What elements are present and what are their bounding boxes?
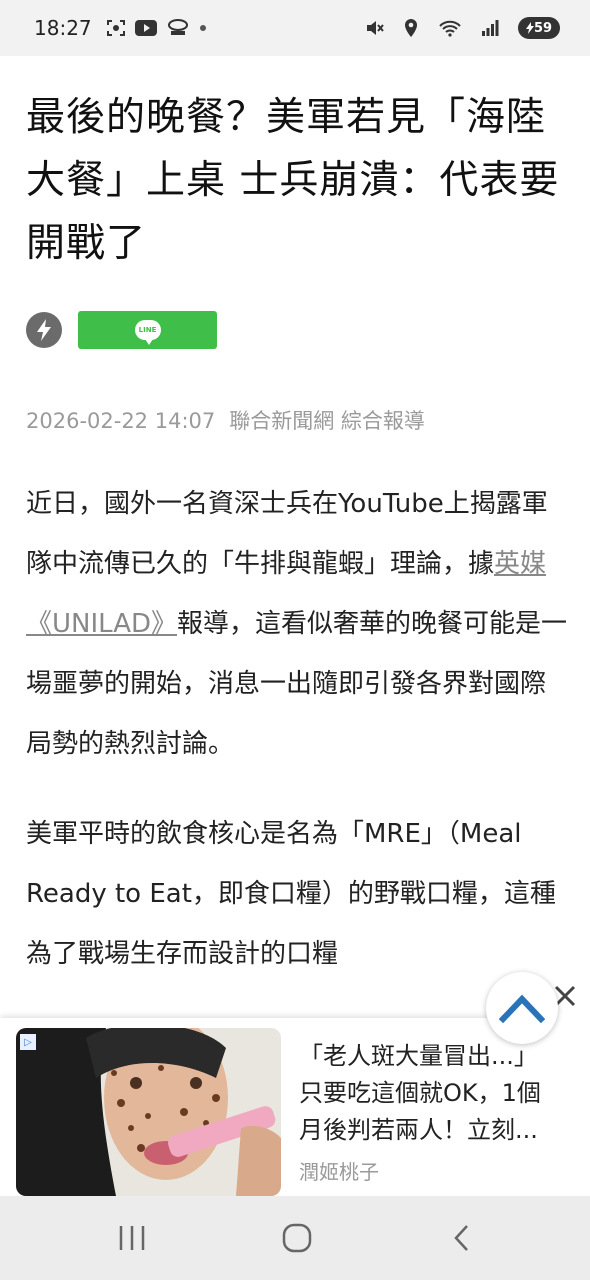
share-row: LINE (26, 311, 217, 349)
article-title: 最後的晚餐？美軍若見「海陸大餐」上桌 士兵崩潰：代表要開戰了 (26, 95, 560, 266)
signal-icon (481, 19, 499, 37)
status-time: 18:27 (34, 16, 92, 40)
ad-banner[interactable]: ▷ 「老人斑大量冒出...」 只要吃這個就OK，1個 月後判若兩人！立刻... … (0, 1018, 590, 1196)
bolt-icon (37, 319, 51, 341)
scroll-to-top-button[interactable] (486, 972, 558, 1044)
home-button[interactable] (277, 1222, 317, 1254)
ad-headline[interactable]: 「老人斑大量冒出...」 只要吃這個就OK，1個 月後判若兩人！立刻... (299, 1038, 574, 1149)
back-button[interactable] (442, 1222, 482, 1254)
ad-headline-line: 只要吃這個就OK，1個 (299, 1079, 541, 1107)
ad-image[interactable]: ▷ (16, 1028, 281, 1196)
ad-illustration (16, 1028, 281, 1196)
battery-level: 59 (533, 20, 553, 36)
ad-brand: 潤姬桃子 (299, 1160, 379, 1184)
paragraph-text: 近日，國外一名資深士兵在YouTube上揭露軍隊中流傳已久的「牛排與龍蝦」理論，… (26, 489, 548, 579)
recent-apps-button[interactable] (112, 1222, 152, 1254)
line-share-button[interactable]: LINE (78, 311, 217, 349)
wifi-icon (438, 18, 462, 38)
article-date: 2026-02-22 14:07 (26, 409, 216, 433)
article-source: 聯合新聞網 綜合報導 (229, 409, 425, 433)
system-nav-bar (0, 1196, 590, 1280)
status-right: 59 (364, 17, 560, 39)
mute-icon (364, 18, 384, 38)
home-icon (282, 1223, 312, 1253)
paragraph: 近日，國外一名資深士兵在YouTube上揭露軍隊中流傳已久的「牛排與龍蝦」理論，… (26, 474, 571, 774)
ad-headline-line: 「老人斑大量冒出...」 (299, 1042, 538, 1070)
recent-apps-icon (119, 1226, 145, 1250)
dot-icon (199, 24, 207, 32)
paragraph: 美軍平時的飲食核心是名為「MRE」（Meal Ready to Eat，即食口糧… (26, 819, 556, 969)
status-bar: 18:27 59 (0, 0, 590, 56)
battery-indicator: 59 (518, 17, 560, 39)
ad-choices-icon[interactable]: ▷ (20, 1034, 36, 1050)
chevron-up-icon (499, 994, 545, 1023)
ad-headline-line: 月後判若兩人！立刻... (299, 1116, 538, 1144)
article-meta: 2026-02-22 14:07 聯合新聞網 綜合報導 (26, 405, 425, 435)
charging-icon (525, 22, 534, 34)
article-body: 近日，國外一名資深士兵在YouTube上揭露軍隊中流傳已久的「牛排與龍蝦」理論，… (26, 474, 571, 1014)
skis-icon (166, 19, 190, 37)
screenshot-icon (106, 19, 126, 37)
line-label: LINE (138, 326, 157, 334)
youtube-icon (134, 20, 157, 36)
bolt-button[interactable] (26, 312, 62, 348)
line-icon: LINE (134, 320, 161, 345)
back-icon (454, 1225, 468, 1251)
location-icon (403, 18, 419, 38)
